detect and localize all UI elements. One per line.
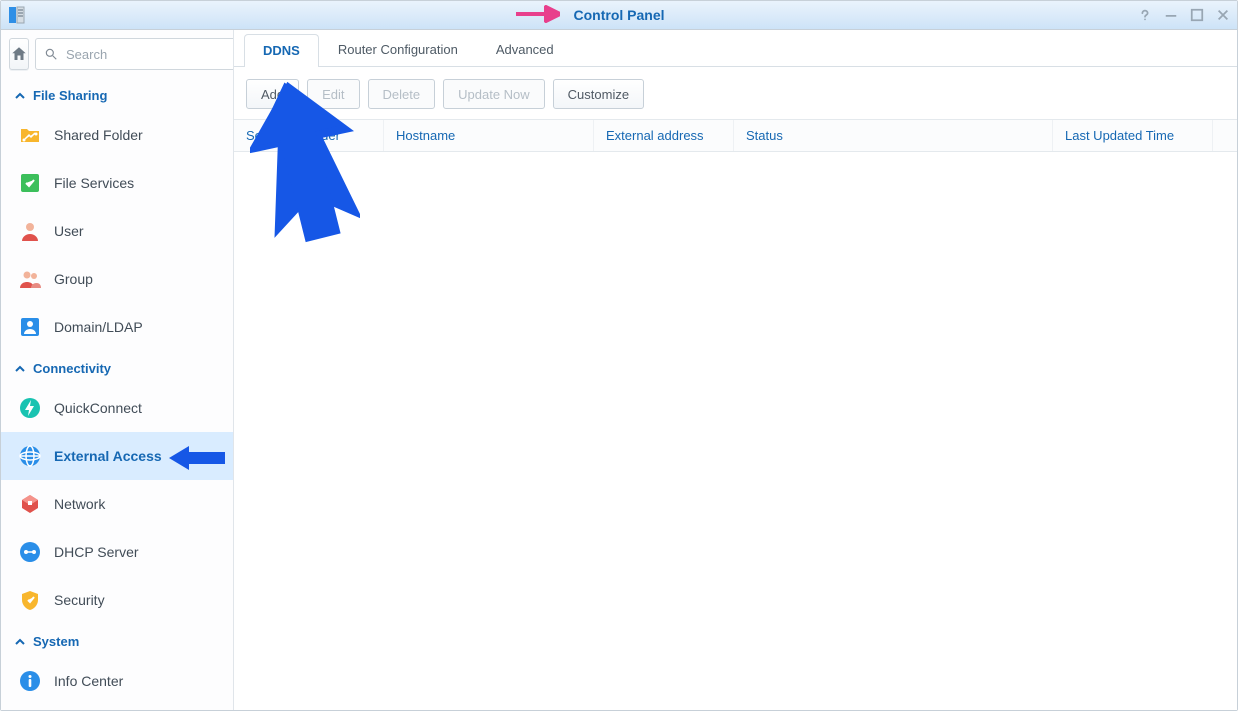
section-connectivity[interactable]: Connectivity	[1, 351, 233, 384]
sidebar-item-dhcp-server[interactable]: DHCP Server	[1, 528, 233, 576]
col-status[interactable]: Status	[734, 120, 1053, 151]
home-icon	[10, 45, 28, 63]
nav-label: Info Center	[54, 673, 123, 689]
maximize-button[interactable]	[1189, 7, 1205, 23]
quickconnect-icon	[18, 396, 42, 420]
sidebar-item-network[interactable]: Network	[1, 480, 233, 528]
tab-router-config[interactable]: Router Configuration	[319, 33, 477, 66]
section-system[interactable]: System	[1, 624, 233, 657]
help-button[interactable]	[1137, 7, 1153, 23]
table-header: Service provider Hostname External addre…	[234, 119, 1237, 152]
chevron-up-icon	[15, 637, 25, 647]
search-field[interactable]	[35, 38, 234, 70]
section-label: System	[33, 634, 79, 649]
user-icon	[18, 219, 42, 243]
tab-advanced[interactable]: Advanced	[477, 33, 573, 66]
columns-more-button[interactable]	[1213, 120, 1237, 151]
col-service-provider[interactable]: Service provider	[234, 120, 384, 151]
network-icon	[18, 492, 42, 516]
sidebar-item-file-services[interactable]: File Services	[1, 159, 233, 207]
sidebar-item-shared-folder[interactable]: Shared Folder	[1, 111, 233, 159]
section-label: Connectivity	[33, 361, 111, 376]
nav-label: External Access	[54, 448, 162, 464]
sidebar-item-security[interactable]: Security	[1, 576, 233, 624]
home-button[interactable]	[9, 38, 29, 70]
globe-icon	[18, 444, 42, 468]
shield-icon	[18, 588, 42, 612]
nav-label: Network	[54, 496, 105, 512]
table-body	[234, 152, 1237, 710]
main-content: DDNS Router Configuration Advanced Add E…	[234, 30, 1237, 710]
nav-label: DHCP Server	[54, 544, 139, 560]
search-input[interactable]	[64, 46, 234, 63]
delete-button[interactable]: Delete	[368, 79, 436, 109]
shared-folder-icon	[18, 123, 42, 147]
dhcp-server-icon	[18, 540, 42, 564]
tab-ddns[interactable]: DDNS	[244, 34, 319, 67]
chevron-up-icon	[15, 364, 25, 374]
sidebar-item-domain-ldap[interactable]: Domain/LDAP	[1, 303, 233, 351]
update-now-button[interactable]: Update Now	[443, 79, 545, 109]
nav-label: Domain/LDAP	[54, 319, 143, 335]
close-button[interactable]	[1215, 7, 1231, 23]
tab-bar: DDNS Router Configuration Advanced	[234, 30, 1237, 67]
nav-label: Shared Folder	[54, 127, 143, 143]
add-button[interactable]: Add	[246, 79, 299, 109]
sidebar-item-quickconnect[interactable]: QuickConnect	[1, 384, 233, 432]
sidebar: File Sharing Shared Folder File Services…	[1, 30, 234, 710]
nav-label: User	[54, 223, 84, 239]
domain-ldap-icon	[18, 315, 42, 339]
sidebar-item-info-center[interactable]: Info Center	[1, 657, 233, 705]
control-panel-window: Control Panel	[0, 0, 1238, 711]
section-file-sharing[interactable]: File Sharing	[1, 78, 233, 111]
col-external-address[interactable]: External address	[594, 120, 734, 151]
edit-button[interactable]: Edit	[307, 79, 359, 109]
sidebar-item-group[interactable]: Group	[1, 255, 233, 303]
nav-label: QuickConnect	[54, 400, 142, 416]
window-title: Control Panel	[573, 7, 664, 23]
window-titlebar: Control Panel	[1, 1, 1237, 30]
minimize-button[interactable]	[1163, 7, 1179, 23]
search-icon	[44, 47, 58, 61]
info-icon	[18, 669, 42, 693]
app-icon	[7, 5, 27, 25]
col-last-updated[interactable]: Last Updated Time	[1053, 120, 1213, 151]
sidebar-item-external-access[interactable]: External Access	[1, 432, 233, 480]
group-icon	[18, 267, 42, 291]
chevron-up-icon	[15, 91, 25, 101]
toolbar: Add Edit Delete Update Now Customize	[234, 67, 1237, 119]
section-label: File Sharing	[33, 88, 107, 103]
nav-label: Security	[54, 592, 105, 608]
nav-label: Group	[54, 271, 93, 287]
file-services-icon	[18, 171, 42, 195]
customize-button[interactable]: Customize	[553, 79, 644, 109]
nav-label: File Services	[54, 175, 134, 191]
col-hostname[interactable]: Hostname	[384, 120, 594, 151]
sidebar-item-user[interactable]: User	[1, 207, 233, 255]
